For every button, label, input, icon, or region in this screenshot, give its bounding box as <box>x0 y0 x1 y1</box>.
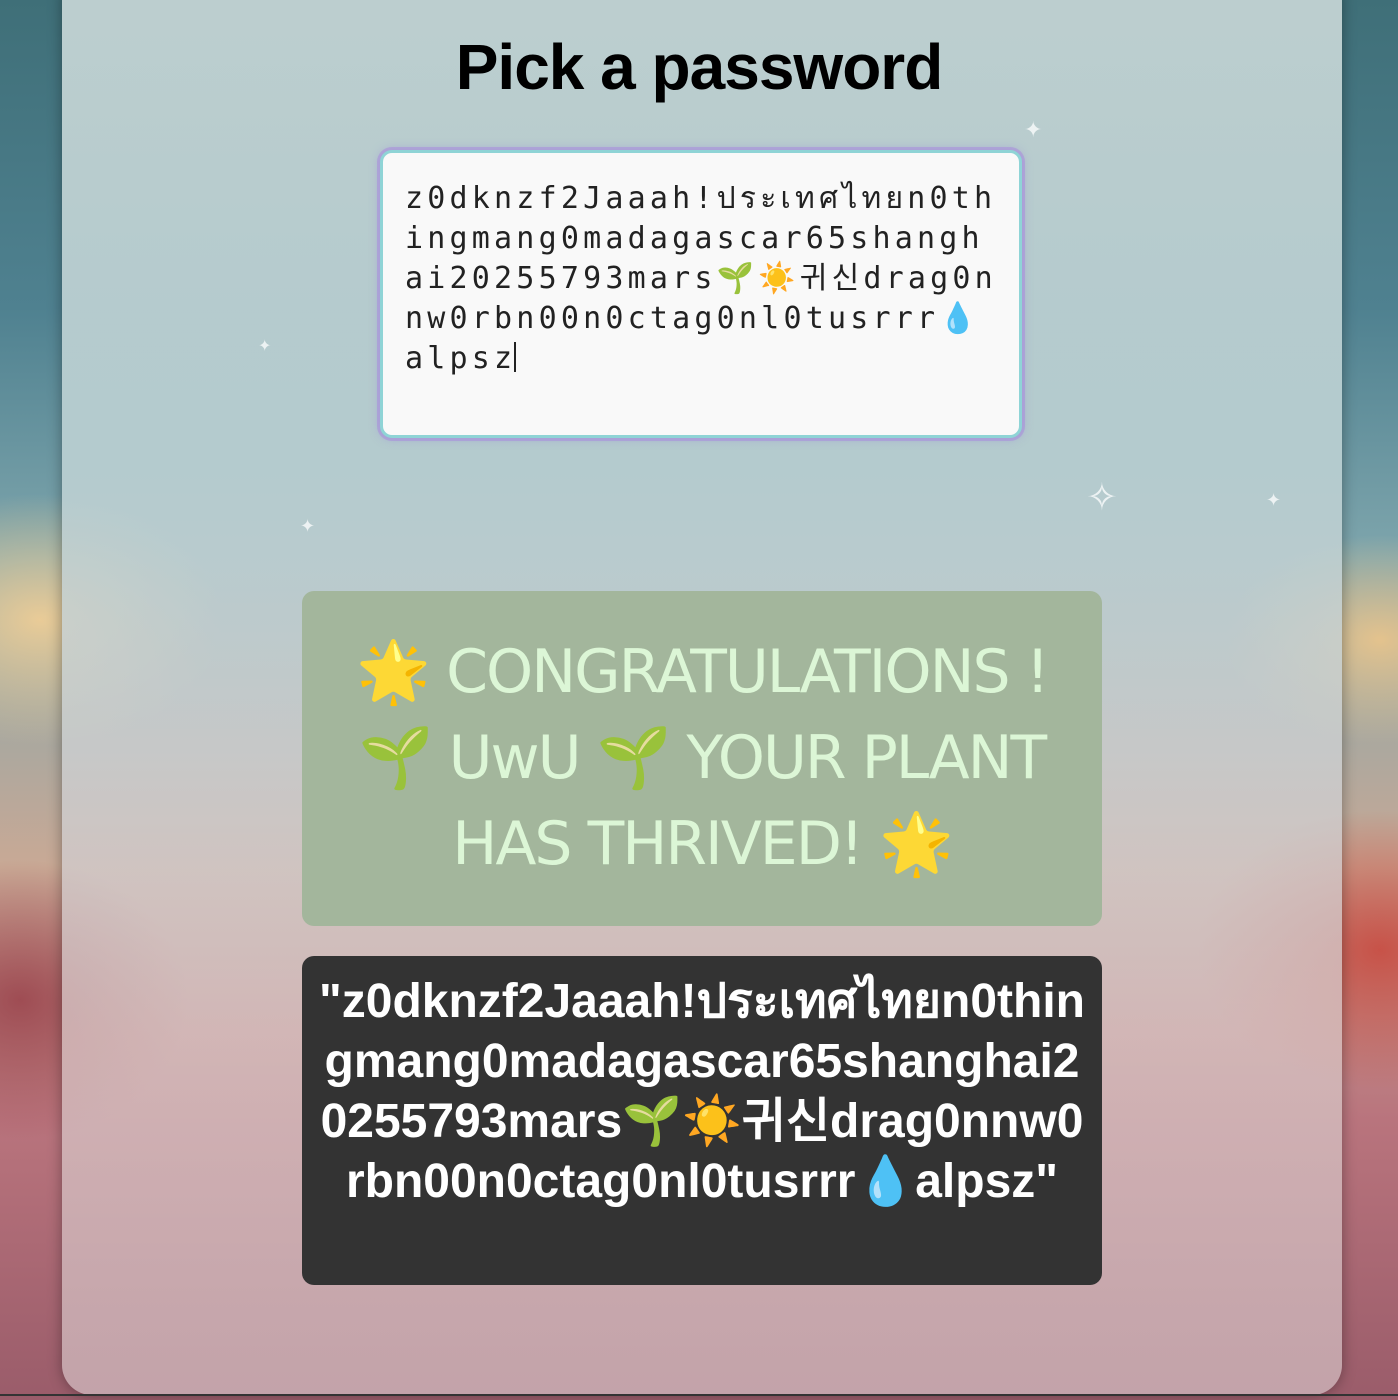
sparkle-icon: ✦ <box>1266 490 1282 511</box>
divider <box>0 1394 1398 1396</box>
congrats-banner: 🌟 CONGRATULATIONS ! 🌱 UwU 🌱 YOUR PLANT H… <box>302 591 1102 926</box>
text-caret <box>514 342 517 372</box>
password-input[interactable]: z0dknzf2Jaaah!ประเทศไทยn0thingmang0madag… <box>380 150 1022 438</box>
sparkle-icon: ✧ <box>1086 475 1118 519</box>
sparkle-icon: ✦ <box>300 516 316 537</box>
password-input-value: z0dknzf2Jaaah!ประเทศไทยn0thingmang0madag… <box>405 181 997 376</box>
sparkle-icon: ✦ <box>258 336 272 355</box>
sparkle-icon: ✦ <box>1024 118 1043 143</box>
page-title: Pick a password <box>455 31 944 103</box>
password-echo: "z0dknzf2Jaaah!ประเทศไทยn0thingmang0mada… <box>302 956 1102 1285</box>
